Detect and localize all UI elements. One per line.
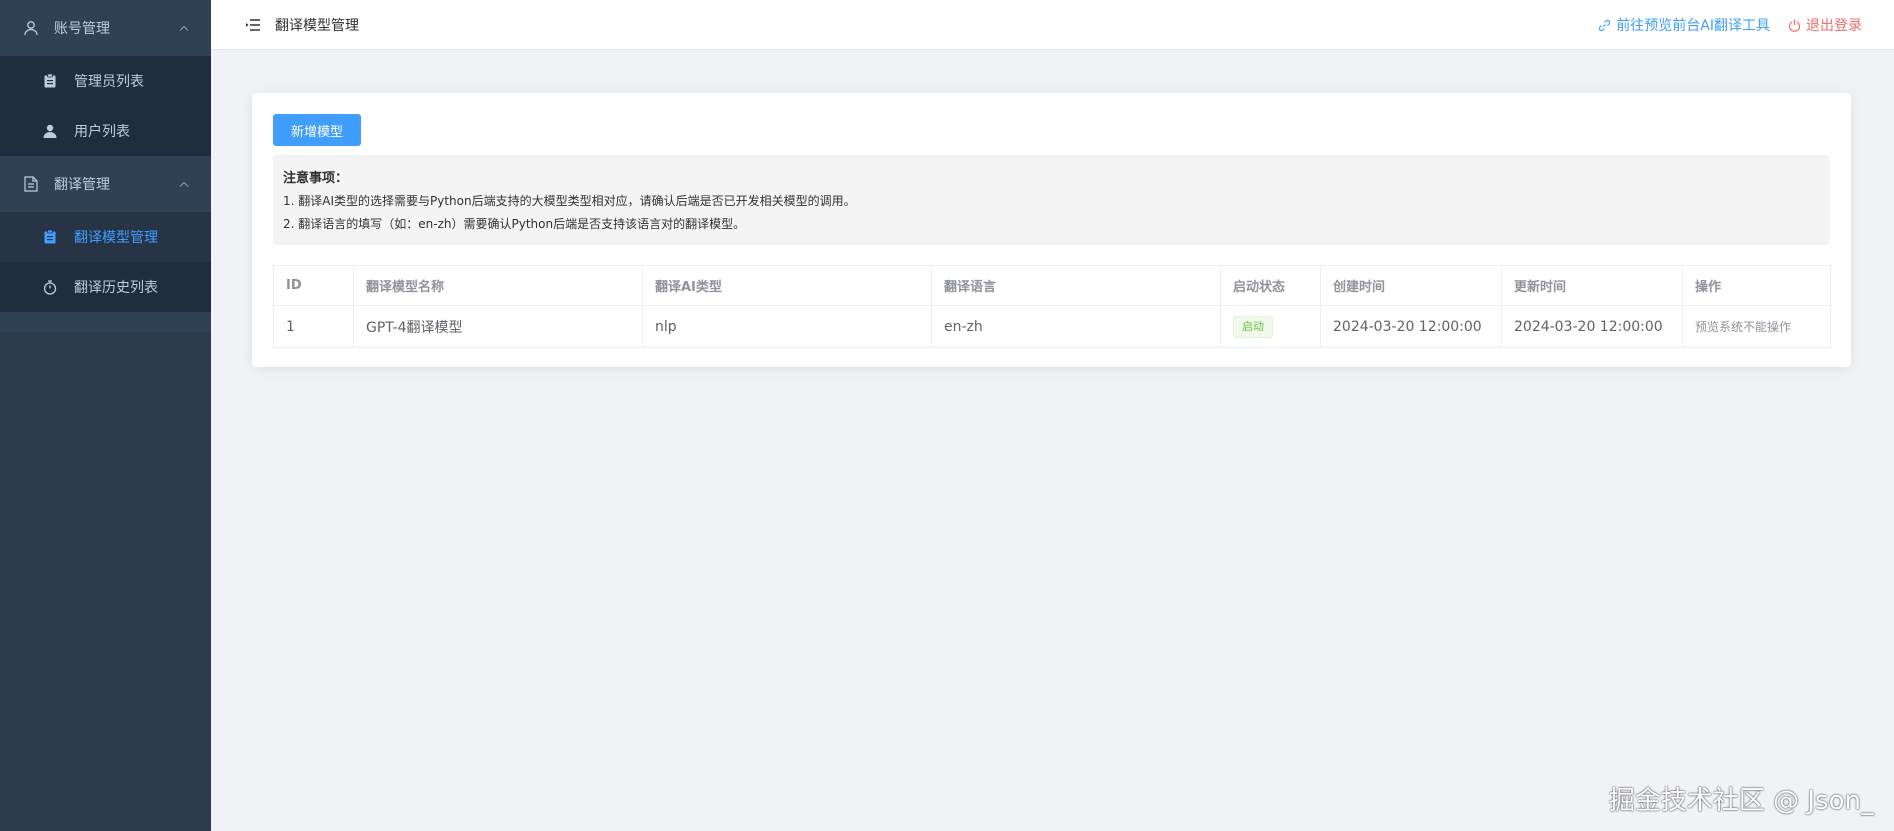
- sidebar-group-translation[interactable]: 翻译管理: [0, 156, 211, 212]
- clipboard-icon: [42, 74, 58, 88]
- chevron-up-icon: [179, 22, 189, 35]
- sidebar-group-label: 翻译管理: [54, 177, 110, 193]
- sidebar-group-account[interactable]: 账号管理: [0, 0, 211, 56]
- link-icon: [1598, 19, 1611, 32]
- cell-language: en-zh: [931, 305, 1221, 348]
- watermark-text: 掘金技术社区 @ Json_: [1608, 786, 1874, 816]
- chevron-up-icon: [179, 178, 189, 191]
- header-actions: 前往预览前台AI翻译工具 退出登录: [1598, 0, 1862, 50]
- sidebar: 账号管理 管理员列表 用户列表 翻译管理 翻译模型管理 翻译历史列表: [0, 0, 211, 831]
- sidebar-group-label: 账号管理: [54, 21, 110, 37]
- sidebar-item-label: 管理员列表: [74, 74, 144, 90]
- hamburger-icon[interactable]: [242, 14, 264, 36]
- notice-title: 注意事项：: [283, 171, 349, 186]
- clipboard-icon: [42, 230, 58, 244]
- cell-id: 1: [273, 305, 354, 348]
- top-navbar: 翻译模型管理 前往预览前台AI翻译工具 退出登录: [211, 0, 1894, 50]
- table-row[interactable]: 1 GPT-4翻译模型 nlp en-zh 启动 2024-03-20 12:0…: [273, 305, 1831, 348]
- preview-link-label: 前往预览前台AI翻译工具: [1616, 18, 1770, 34]
- sidebar-background: [0, 332, 211, 831]
- column-header-created[interactable]: 创建时间: [1320, 265, 1502, 306]
- model-list-card: 新增模型 注意事项： 1. 翻译AI类型的选择需要与Python后端支持的大模型…: [252, 93, 1851, 367]
- sidebar-item-model-management[interactable]: 翻译模型管理: [0, 212, 211, 262]
- cell-action: 预览系统不能操作: [1682, 305, 1831, 348]
- action-disabled-text: 预览系统不能操作: [1695, 320, 1792, 334]
- column-header-status[interactable]: 启动状态: [1220, 265, 1321, 306]
- sidebar-item-label: 用户列表: [74, 124, 130, 140]
- sidebar-item-label: 翻译模型管理: [74, 230, 158, 246]
- sidebar-item-user-list[interactable]: 用户列表: [0, 106, 211, 156]
- user-icon: [22, 20, 40, 36]
- app-root: 账号管理 管理员列表 用户列表 翻译管理 翻译模型管理 翻译历史列表 翻译模型管…: [0, 0, 1894, 831]
- power-icon: [1788, 19, 1801, 32]
- notice-line: 2. 翻译语言的填写（如：en-zh）需要确认Python后端是否支持该语言对的…: [283, 217, 746, 231]
- model-table: ID 翻译模型名称 翻译AI类型 翻译语言 启动状态 创建时间 更新时间 操作 …: [273, 265, 1831, 348]
- sidebar-item-admin-list[interactable]: 管理员列表: [0, 56, 211, 106]
- cell-created: 2024-03-20 12:00:00: [1320, 305, 1502, 348]
- notice-box: 注意事项： 1. 翻译AI类型的选择需要与Python后端支持的大模型类型相对应…: [273, 155, 1830, 245]
- cell-model-name: GPT-4翻译模型: [353, 305, 643, 348]
- stopwatch-icon: [42, 279, 58, 295]
- status-badge: 启动: [1233, 315, 1273, 338]
- user-filled-icon: [42, 124, 58, 138]
- column-header-id[interactable]: ID: [273, 265, 354, 306]
- notice-line: 1. 翻译AI类型的选择需要与Python后端支持的大模型类型相对应，请确认后端…: [283, 194, 856, 208]
- column-header-name[interactable]: 翻译模型名称: [353, 265, 643, 306]
- cell-updated: 2024-03-20 12:00:00: [1501, 305, 1683, 348]
- logout-link[interactable]: 退出登录: [1788, 15, 1862, 35]
- sidebar-item-translation-history[interactable]: 翻译历史列表: [0, 262, 211, 312]
- column-header-language[interactable]: 翻译语言: [931, 265, 1221, 306]
- sidebar-item-label: 翻译历史列表: [74, 280, 158, 296]
- column-header-updated[interactable]: 更新时间: [1501, 265, 1683, 306]
- cell-ai-type: nlp: [642, 305, 932, 348]
- column-header-action: 操作: [1682, 265, 1831, 306]
- breadcrumb-title: 翻译模型管理: [275, 17, 359, 34]
- logout-label: 退出登录: [1806, 18, 1862, 34]
- preview-frontend-link[interactable]: 前往预览前台AI翻译工具: [1598, 15, 1770, 35]
- cell-status: 启动: [1220, 305, 1321, 348]
- column-header-ai-type[interactable]: 翻译AI类型: [642, 265, 932, 306]
- document-icon: [22, 176, 40, 192]
- table-header-row: ID 翻译模型名称 翻译AI类型 翻译语言 启动状态 创建时间 更新时间 操作: [273, 265, 1831, 306]
- add-model-button[interactable]: 新增模型: [273, 114, 361, 146]
